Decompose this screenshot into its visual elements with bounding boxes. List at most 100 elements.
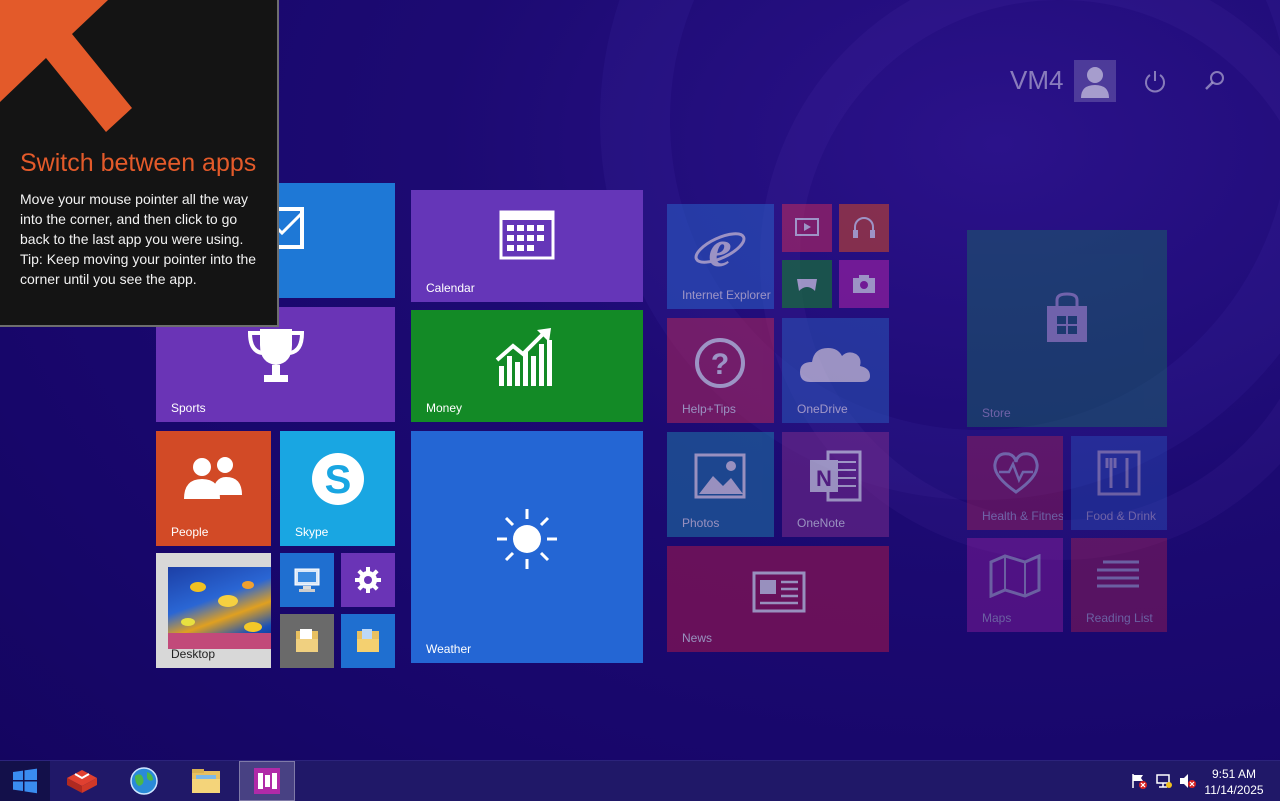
start-screen: VM4 Calendar Sports Money People S Skype… <box>0 0 1280 760</box>
svg-text:S: S <box>325 458 352 502</box>
tile-label: Weather <box>426 642 472 656</box>
gear-icon <box>353 565 383 595</box>
tile-weather[interactable]: Weather <box>411 431 643 663</box>
store-bag-icon <box>1039 290 1095 346</box>
tile-music[interactable] <box>839 204 889 252</box>
tile-store[interactable]: Store <box>967 230 1167 427</box>
folder-icon <box>192 769 220 793</box>
tile-maps[interactable]: Maps <box>967 538 1063 632</box>
tile-label: Health & Fitness <box>982 509 1063 523</box>
volume-muted-icon[interactable] <box>1179 773 1197 789</box>
map-icon <box>989 554 1041 598</box>
tile-desktop[interactable]: Desktop <box>156 553 271 668</box>
tile-games[interactable] <box>782 260 832 308</box>
taskbar-app-start-screen[interactable] <box>239 761 295 801</box>
trophy-icon <box>244 323 308 387</box>
folder-icon <box>353 626 383 656</box>
switch-apps-tip: Switch between apps Move your mouse poin… <box>0 0 279 327</box>
tile-label: Maps <box>982 611 1012 625</box>
tile-skype[interactable]: S Skype <box>280 431 395 546</box>
tile-calendar[interactable]: Calendar <box>411 190 643 302</box>
tile-photos[interactable]: Photos <box>667 432 774 537</box>
gamepad-icon <box>794 271 820 297</box>
tile-label: Help+Tips <box>682 402 736 416</box>
user-avatar-icon[interactable] <box>1074 60 1116 102</box>
tile-label: News <box>682 631 713 645</box>
start-button[interactable] <box>0 761 50 801</box>
power-icon[interactable] <box>1140 66 1170 96</box>
red-cube-icon <box>67 770 97 793</box>
taskbar: 9:51 AM 11/14/2025 <box>0 760 1280 801</box>
tile-file-explorer[interactable] <box>341 614 395 668</box>
user-name[interactable]: VM4 <box>1010 65 1063 96</box>
tip-title: Switch between apps <box>20 149 257 177</box>
tile-money[interactable]: Money <box>411 310 643 422</box>
desktop-wallpaper-thumbnail <box>168 567 271 649</box>
tile-label: Store <box>982 406 1011 420</box>
corner-arrow-icon <box>0 0 132 132</box>
heart-icon <box>991 450 1041 496</box>
tile-label: Food & Drink <box>1086 509 1157 523</box>
tile-label: OneNote <box>797 516 846 530</box>
tile-label: Reading List <box>1086 611 1153 625</box>
document-folder-icon <box>292 626 322 656</box>
taskbar-app-file-explorer[interactable] <box>178 761 234 801</box>
start-tiles-icon <box>254 768 280 794</box>
video-icon <box>794 215 820 241</box>
tile-label: Internet Explorer <box>682 288 771 302</box>
svg-text:?: ? <box>711 348 729 381</box>
internet-explorer-icon: e <box>693 220 747 274</box>
list-icon <box>1095 556 1143 596</box>
tile-label: People <box>171 525 209 539</box>
tile-this-pc[interactable] <box>280 553 334 607</box>
people-icon <box>182 455 244 501</box>
svg-text:N: N <box>816 466 832 491</box>
cloud-icon <box>798 338 872 386</box>
search-icon[interactable] <box>1200 66 1230 96</box>
svg-text:e: e <box>708 221 731 274</box>
tile-onenote[interactable]: N OneNote <box>782 432 889 537</box>
calendar-icon <box>499 210 555 260</box>
network-icon[interactable] <box>1155 773 1173 789</box>
windows-logo-icon <box>13 768 37 794</box>
chart-up-icon <box>495 326 559 388</box>
headphones-icon <box>851 215 877 241</box>
camera-icon <box>851 271 877 297</box>
clock-date: 11/14/2025 <box>1204 783 1264 797</box>
tile-health-fitness[interactable]: Health & Fitness <box>967 436 1063 530</box>
tile-pc-settings[interactable] <box>341 553 395 607</box>
taskbar-app-globe[interactable] <box>116 761 172 801</box>
tile-video[interactable] <box>782 204 832 252</box>
globe-icon <box>130 767 158 795</box>
action-center-flag-icon[interactable] <box>1130 773 1148 789</box>
tile-label: Desktop <box>171 647 216 661</box>
tile-onedrive[interactable]: OneDrive <box>782 318 889 423</box>
tile-internet-explorer[interactable]: e Internet Explorer <box>667 204 774 309</box>
tile-label: Calendar <box>426 281 475 295</box>
tile-label: Skype <box>295 525 329 539</box>
tile-documents[interactable] <box>280 614 334 668</box>
computer-icon <box>292 565 322 595</box>
system-clock[interactable]: 9:51 AM 11/14/2025 <box>1196 766 1272 798</box>
tile-reading-list[interactable]: Reading List <box>1071 538 1167 632</box>
tip-body: Move your mouse pointer all the way into… <box>20 191 257 287</box>
onenote-icon: N <box>806 448 864 504</box>
clock-time: 9:51 AM <box>1211 767 1257 781</box>
photo-icon <box>693 452 747 500</box>
tile-help-tips[interactable]: ? Help+Tips <box>667 318 774 423</box>
tile-label: Sports <box>171 401 206 415</box>
newspaper-icon <box>751 570 807 614</box>
taskbar-app-red-cube[interactable] <box>54 761 110 801</box>
tile-news[interactable]: News <box>667 546 889 652</box>
fork-knife-icon <box>1095 448 1143 498</box>
tile-label: OneDrive <box>797 402 848 416</box>
tile-mail[interactable] <box>270 183 395 298</box>
tile-camera[interactable] <box>839 260 889 308</box>
sun-icon <box>495 507 559 571</box>
tile-people[interactable]: People <box>156 431 271 546</box>
skype-icon: S <box>308 449 368 509</box>
tile-food-drink[interactable]: Food & Drink <box>1071 436 1167 530</box>
tile-label: Money <box>426 401 463 415</box>
tile-label: Photos <box>682 516 720 530</box>
question-icon: ? <box>693 336 747 390</box>
